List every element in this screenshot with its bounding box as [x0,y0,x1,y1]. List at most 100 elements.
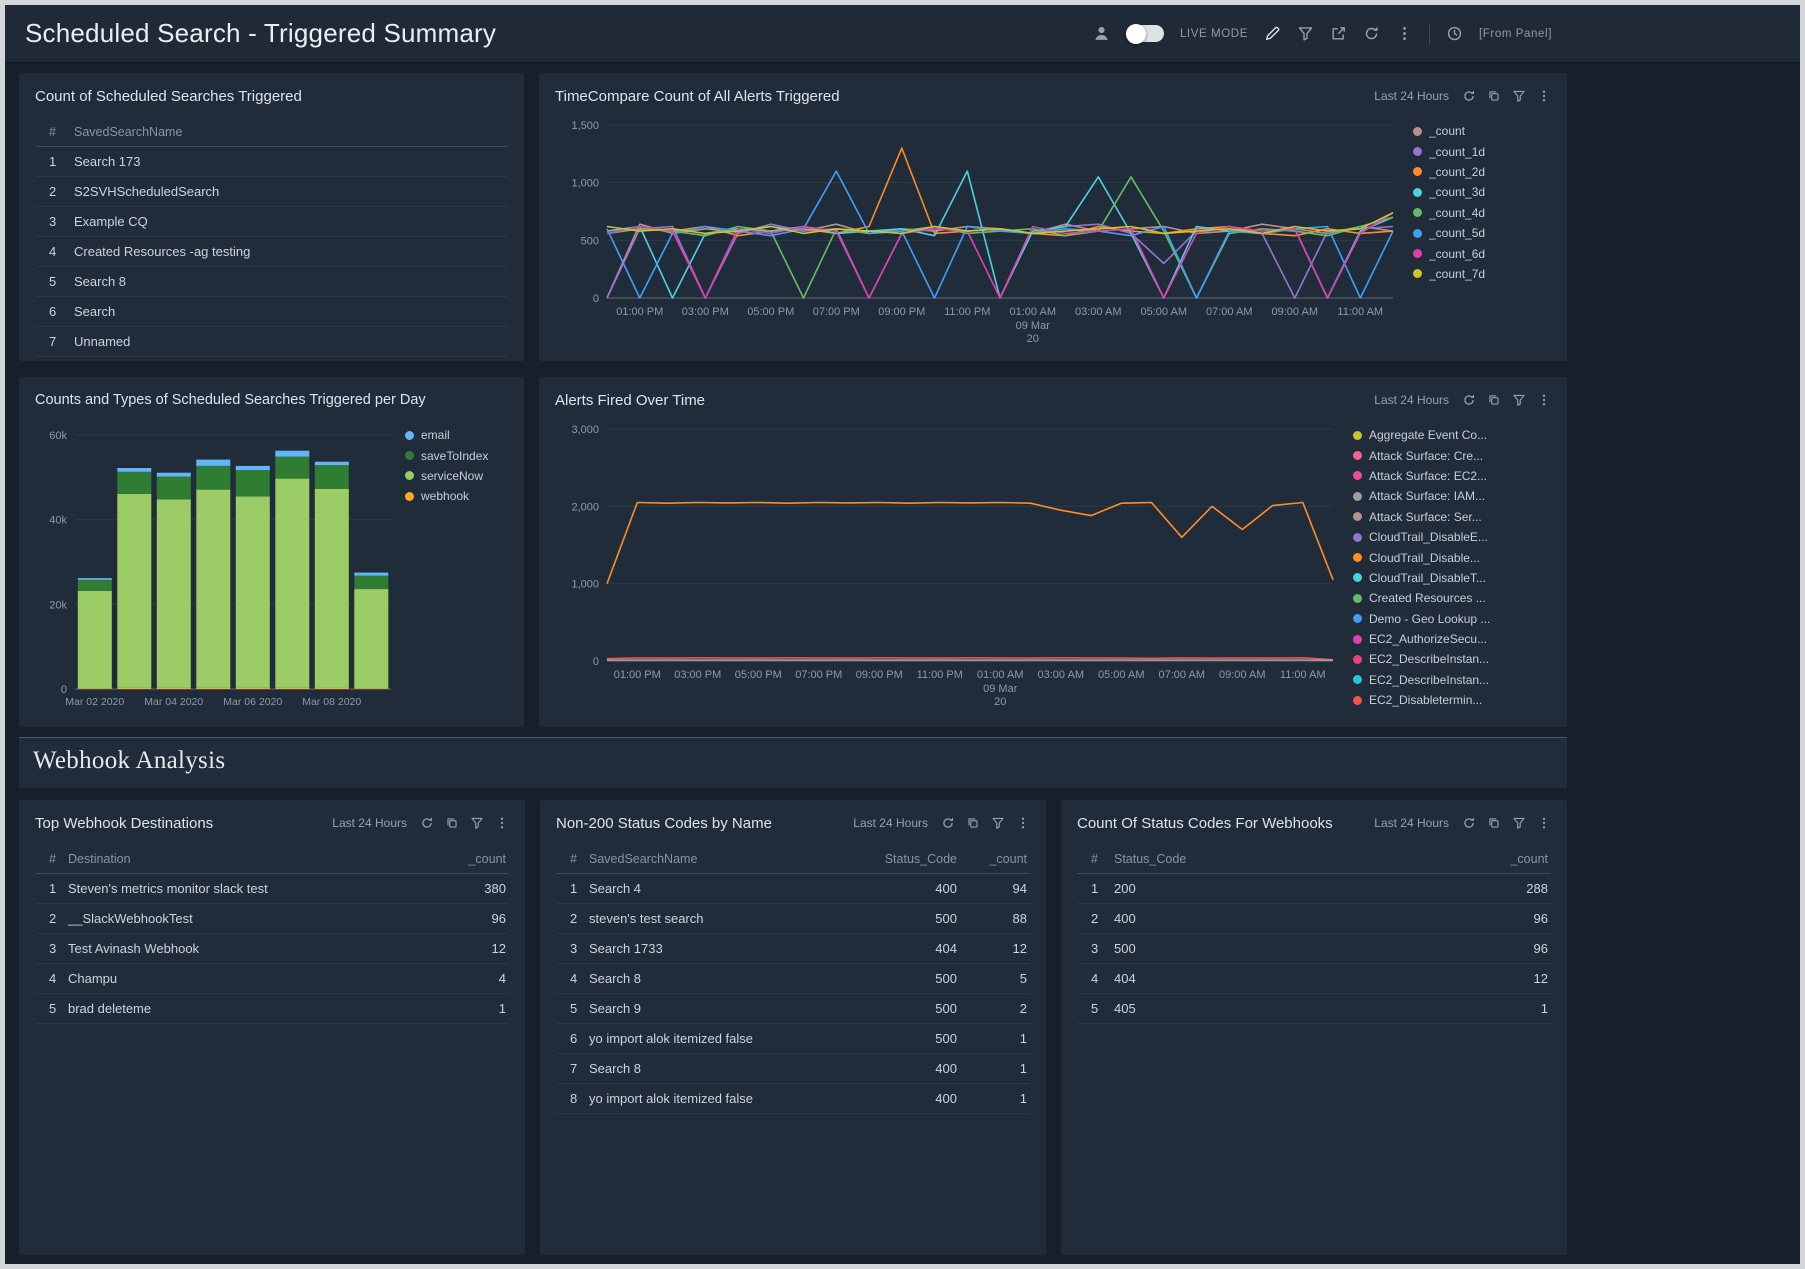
table-row[interactable]: 5Search 95002 [556,994,1030,1024]
table-row[interactable]: 1200288 [1077,874,1551,904]
live-mode-toggle[interactable] [1126,25,1164,42]
copy-icon[interactable] [1487,816,1501,830]
table-row[interactable]: 7Search 84001 [556,1054,1030,1084]
legend-item[interactable]: _count_4d [1413,203,1521,223]
more-menu-icon[interactable] [1396,25,1413,42]
filter-icon[interactable] [1512,816,1526,830]
legend-item[interactable]: Demo - Geo Lookup ... [1353,609,1521,629]
legend-item[interactable]: Attack Surface: EC2... [1353,466,1521,486]
table-row[interactable]: 240096 [1077,904,1551,934]
filter-icon[interactable] [991,816,1005,830]
refresh-icon[interactable] [1462,816,1476,830]
legend-item[interactable]: _count_5d [1413,223,1521,243]
table-row[interactable]: 2steven's test search50088 [556,904,1030,934]
legend-item[interactable]: _count_1d [1413,141,1521,161]
legend-item[interactable]: _count_2d [1413,162,1521,182]
user-icon[interactable] [1093,25,1110,42]
column-header[interactable]: SavedSearchName [586,852,850,866]
more-menu-icon[interactable] [495,816,509,830]
table-row[interactable]: 4Search 85005 [556,964,1030,994]
share-icon[interactable] [1330,25,1347,42]
time-range-label[interactable]: Last 24 Hours [1374,393,1449,407]
legend-item[interactable]: email [405,425,508,445]
history-clock-icon[interactable] [1446,25,1463,42]
column-header[interactable]: # [556,852,586,866]
copy-icon[interactable] [445,816,459,830]
copy-icon[interactable] [966,816,980,830]
table-row[interactable]: 350096 [1077,934,1551,964]
alerts-legend: Aggregate Event Co...Attack Surface: Cre… [1353,421,1521,710]
more-menu-icon[interactable] [1537,89,1551,103]
legend-label: _count_7d [1429,267,1485,281]
filter-icon[interactable] [1512,393,1526,407]
time-range-label[interactable]: Last 24 Hours [853,816,928,830]
filter-icon[interactable] [1512,89,1526,103]
legend-item[interactable]: EC2_DescribeInstan... [1353,649,1521,669]
column-header[interactable]: # [35,125,71,139]
refresh-icon[interactable] [1363,25,1380,42]
table-row[interactable]: 3Test Avinash Webhook12 [35,934,509,964]
legend-item[interactable]: _count_7d [1413,264,1521,284]
table-row[interactable]: 8yo import alok itemized false4001 [556,1084,1030,1114]
table-row[interactable]: 4Created Resources -ag testing [35,237,508,267]
table-row[interactable]: 4Champu4 [35,964,509,994]
table-row[interactable]: 2S2SVHScheduledSearch [35,177,508,207]
table-row[interactable]: 1Steven's metrics monitor slack test380 [35,874,509,904]
legend-item[interactable]: CloudTrail_DisableE... [1353,527,1521,547]
legend-item[interactable]: serviceNow [405,466,508,486]
table-row[interactable]: 2__SlackWebhookTest96 [35,904,509,934]
legend-item[interactable]: _count_6d [1413,243,1521,263]
more-menu-icon[interactable] [1537,393,1551,407]
table-row[interactable]: 54051 [1077,994,1551,1024]
column-header[interactable]: Status_Code [1111,852,1471,866]
column-header[interactable]: _count [1471,852,1551,866]
table-row[interactable]: 6Search [35,297,508,327]
time-range-label[interactable]: Last 24 Hours [1374,816,1449,830]
legend-item[interactable]: EC2_Disabletermin... [1353,690,1521,710]
column-header[interactable]: # [35,852,65,866]
column-header[interactable]: Status_Code [850,852,960,866]
legend-item[interactable]: Attack Surface: Cre... [1353,445,1521,465]
legend-item[interactable]: Created Resources ... [1353,588,1521,608]
refresh-icon[interactable] [1462,393,1476,407]
table-row[interactable]: 5brad deleteme1 [35,994,509,1024]
refresh-icon[interactable] [1462,89,1476,103]
filter-icon[interactable] [470,816,484,830]
table-row[interactable]: 3Search 173340412 [556,934,1030,964]
refresh-icon[interactable] [941,816,955,830]
time-range-label[interactable]: Last 24 Hours [1374,89,1449,103]
table-row[interactable]: 5Search 8 [35,267,508,297]
edit-icon[interactable] [1264,25,1281,42]
legend-item[interactable]: webhook [405,486,508,506]
legend-label: serviceNow [421,469,483,483]
table-row[interactable]: 7Unnamed [35,327,508,357]
column-header[interactable]: _count [960,852,1030,866]
column-header[interactable]: # [1077,852,1111,866]
column-header[interactable]: SavedSearchName [71,125,508,139]
legend-item[interactable]: _count_3d [1413,182,1521,202]
table-row[interactable]: 3Example CQ [35,207,508,237]
legend-item[interactable]: _count [1413,121,1521,141]
legend-item[interactable]: EC2_DescribeInstan... [1353,670,1521,690]
legend-item[interactable]: Attack Surface: IAM... [1353,486,1521,506]
legend-item[interactable]: CloudTrail_Disable... [1353,547,1521,567]
table-row[interactable]: 1Search 173 [35,147,508,177]
table-row[interactable]: 6yo import alok itemized false5001 [556,1024,1030,1054]
legend-item[interactable]: EC2_AuthorizeSecu... [1353,629,1521,649]
more-menu-icon[interactable] [1537,816,1551,830]
column-header[interactable]: _count [429,852,509,866]
legend-item[interactable]: saveToIndex [405,445,508,465]
more-menu-icon[interactable] [1016,816,1030,830]
column-header[interactable]: Destination [65,852,429,866]
copy-icon[interactable] [1487,89,1501,103]
table-row[interactable]: 440412 [1077,964,1551,994]
filter-icon[interactable] [1297,25,1314,42]
refresh-icon[interactable] [420,816,434,830]
legend-color-dot [1353,533,1362,542]
table-row[interactable]: 1Search 440094 [556,874,1030,904]
time-range-label[interactable]: Last 24 Hours [332,816,407,830]
legend-item[interactable]: Attack Surface: Ser... [1353,507,1521,527]
legend-item[interactable]: CloudTrail_DisableT... [1353,568,1521,588]
legend-item[interactable]: Aggregate Event Co... [1353,425,1521,445]
copy-icon[interactable] [1487,393,1501,407]
